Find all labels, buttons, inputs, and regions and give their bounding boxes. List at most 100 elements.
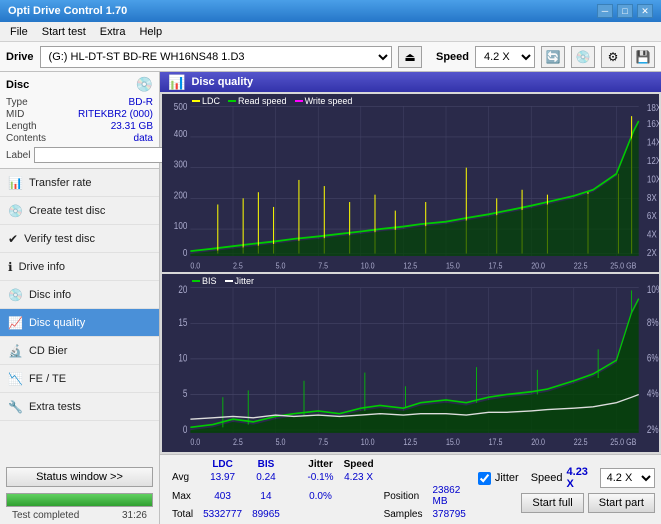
jitter-label: Jitter: [495, 472, 519, 484]
svg-text:25.0 GB: 25.0 GB: [610, 261, 636, 271]
svg-text:5.0: 5.0: [276, 261, 286, 271]
speed-stat-selector[interactable]: 4.2 X: [600, 468, 655, 488]
drivebar: Drive (G:) HL-DT-ST BD-RE WH16NS48 1.D3 …: [0, 42, 661, 72]
main-layout: Disc 💿 Type BD-R MID RITEKBR2 (000) Leng…: [0, 72, 661, 524]
jitter-checkbox[interactable]: [478, 472, 491, 485]
sidebar-item-disc-info[interactable]: 💿 Disc info: [0, 281, 159, 309]
svg-text:8%: 8%: [647, 317, 659, 330]
stats-ldc-header: LDC: [199, 459, 246, 470]
speed-selector[interactable]: 4.2 X: [475, 46, 535, 68]
titlebar: Opti Drive Control 1.70 ─ □ ✕: [0, 0, 661, 22]
start-part-button[interactable]: Start part: [588, 493, 655, 513]
drive-info-icon: ℹ: [8, 260, 13, 274]
svg-text:4X: 4X: [647, 229, 657, 240]
disc-button[interactable]: 💿: [571, 46, 595, 68]
mid-label: MID: [6, 109, 24, 120]
minimize-button[interactable]: ─: [597, 4, 613, 18]
svg-text:17.5: 17.5: [489, 261, 503, 271]
drive-label: Drive: [6, 51, 34, 63]
sidebar-item-verify-test-disc[interactable]: ✔ Verify test disc: [0, 225, 159, 253]
legend-ldc: LDC: [192, 96, 220, 106]
svg-text:20.0: 20.0: [531, 261, 545, 271]
sidebar-item-cd-bier[interactable]: 🔬 CD Bier: [0, 337, 159, 365]
sidebar-item-create-test-disc[interactable]: 💿 Create test disc: [0, 197, 159, 225]
status-text: Test completed: [12, 510, 79, 521]
stats-speed-header: Speed: [340, 459, 378, 470]
svg-text:0: 0: [183, 424, 188, 437]
svg-text:400: 400: [174, 128, 188, 139]
svg-text:5.0: 5.0: [276, 436, 286, 447]
svg-text:2.5: 2.5: [233, 436, 243, 447]
maximize-button[interactable]: □: [617, 4, 633, 18]
charts-area: LDC Read speed Write speed: [160, 92, 661, 454]
transfer-rate-icon: 📊: [8, 176, 23, 190]
fe-te-icon: 📉: [8, 372, 23, 386]
stats-table: LDC BIS Jitter Speed Avg 13.97 0.24 -0.1…: [166, 457, 472, 522]
sidebar-item-extra-tests[interactable]: 🔧 Extra tests: [0, 393, 159, 421]
content-area: 📊 Disc quality LDC Read speed: [160, 72, 661, 524]
legend-read-speed-label: Read speed: [238, 96, 287, 106]
sidebar-label-cd-bier: CD Bier: [29, 345, 68, 357]
window-controls: ─ □ ✕: [597, 4, 653, 18]
svg-text:14X: 14X: [647, 137, 659, 148]
svg-text:25.0 GB: 25.0 GB: [610, 436, 636, 447]
menu-starttest[interactable]: Start test: [36, 24, 92, 40]
disc-panel-icon: 💿: [136, 76, 153, 93]
total-label: Total: [168, 509, 197, 520]
sidebar-label-disc-info: Disc info: [29, 289, 71, 301]
type-label: Type: [6, 97, 28, 108]
sidebar: Disc 💿 Type BD-R MID RITEKBR2 (000) Leng…: [0, 72, 160, 524]
sidebar-item-disc-quality[interactable]: 📈 Disc quality: [0, 309, 159, 337]
avg-bis: 0.24: [248, 472, 284, 483]
legend-jitter-dot: [225, 280, 233, 282]
sidebar-item-drive-info[interactable]: ℹ Drive info: [0, 253, 159, 281]
svg-text:5: 5: [183, 388, 188, 401]
mid-value: RITEKBR2 (000): [78, 109, 153, 120]
content-header: 📊 Disc quality: [160, 72, 661, 92]
upper-chart-svg: 0 100 200 300 400 500 2X 4X 6X 8X 10X 12…: [162, 94, 659, 272]
legend-write-speed-dot: [295, 100, 303, 102]
svg-text:12.5: 12.5: [403, 436, 417, 447]
progress-bar-container: [6, 493, 153, 507]
legend-read-speed: Read speed: [228, 96, 287, 106]
content-header-icon: 📊: [168, 74, 185, 91]
svg-text:100: 100: [174, 220, 188, 231]
sidebar-item-fe-te[interactable]: 📉 FE / TE: [0, 365, 159, 393]
drive-selector[interactable]: (G:) HL-DT-ST BD-RE WH16NS48 1.D3: [40, 46, 392, 68]
action-buttons: Start full Start part: [521, 493, 655, 513]
svg-text:0.0: 0.0: [190, 261, 200, 271]
settings-button[interactable]: ⚙: [601, 46, 625, 68]
svg-text:20: 20: [178, 284, 187, 297]
close-button[interactable]: ✕: [637, 4, 653, 18]
svg-text:6%: 6%: [647, 353, 659, 366]
total-ldc: 5332777: [199, 509, 246, 520]
contents-label: Contents: [6, 133, 46, 144]
disc-panel-title: Disc: [6, 79, 29, 91]
status-window-button[interactable]: Status window >>: [6, 467, 153, 487]
start-full-button[interactable]: Start full: [521, 493, 583, 513]
refresh-button[interactable]: 🔄: [541, 46, 565, 68]
legend-jitter-label: Jitter: [235, 276, 255, 286]
menu-help[interactable]: Help: [133, 24, 168, 40]
sidebar-item-transfer-rate[interactable]: 📊 Transfer rate: [0, 169, 159, 197]
svg-text:0: 0: [183, 247, 188, 258]
total-bis: 89965: [248, 509, 284, 520]
svg-text:7.5: 7.5: [318, 261, 328, 271]
eject-button[interactable]: ⏏: [398, 46, 422, 68]
max-ldc: 403: [199, 485, 246, 507]
avg-jitter: -0.1%: [303, 472, 337, 483]
svg-text:10: 10: [178, 353, 187, 366]
right-controls: Jitter Speed 4.23 X 4.2 X Start full Sta…: [478, 466, 655, 513]
label-input[interactable]: [34, 147, 172, 163]
save-button[interactable]: 💾: [631, 46, 655, 68]
menu-file[interactable]: File: [4, 24, 34, 40]
avg-label: Avg: [168, 472, 197, 483]
extra-tests-icon: 🔧: [8, 400, 23, 414]
menu-extra[interactable]: Extra: [94, 24, 132, 40]
lower-chart-legend: BIS Jitter: [192, 276, 254, 286]
create-test-disc-icon: 💿: [8, 204, 23, 218]
samples-label: Samples: [380, 509, 427, 520]
svg-text:2.5: 2.5: [233, 261, 243, 271]
legend-bis-dot: [192, 280, 200, 282]
svg-text:10X: 10X: [647, 174, 659, 185]
